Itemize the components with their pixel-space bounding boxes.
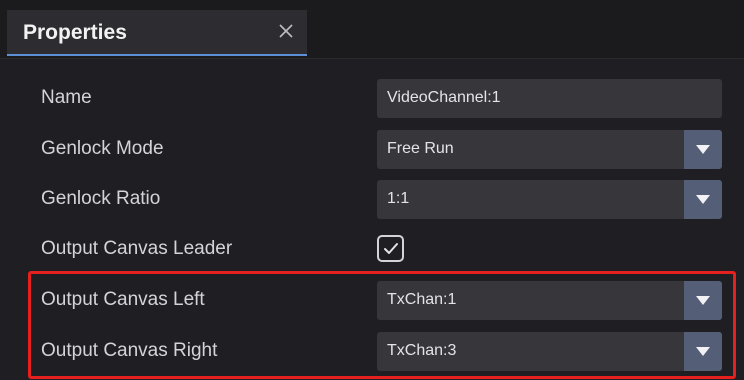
property-row-name: Name VideoChannel:1 xyxy=(0,75,744,127)
triangle-down-icon[interactable] xyxy=(684,332,722,371)
close-icon[interactable] xyxy=(273,18,299,44)
genlock-ratio-select[interactable]: 1:1 xyxy=(377,180,722,219)
property-row-output-canvas-leader: Output Canvas Leader xyxy=(0,226,744,278)
genlock-mode-value: Free Run xyxy=(387,140,454,157)
output-canvas-left-value: TxChan:1 xyxy=(387,291,457,308)
property-label-genlock-ratio: Genlock Ratio xyxy=(41,188,161,209)
property-label-output-canvas-leader: Output Canvas Leader xyxy=(41,238,233,259)
property-label-output-canvas-right: Output Canvas Right xyxy=(41,340,218,361)
output-canvas-leader-checkbox[interactable] xyxy=(377,235,404,262)
property-row-output-canvas-right: Output Canvas Right TxChan:3 xyxy=(0,328,744,380)
checkmark-icon xyxy=(383,243,398,254)
name-input[interactable]: VideoChannel:1 xyxy=(377,79,722,118)
property-row-output-canvas-left: Output Canvas Left TxChan:1 xyxy=(0,277,744,329)
output-canvas-right-value: TxChan:3 xyxy=(387,342,457,359)
property-row-genlock-ratio: Genlock Ratio 1:1 xyxy=(0,176,744,228)
property-label-name: Name xyxy=(41,87,92,108)
triangle-down-icon[interactable] xyxy=(684,130,722,169)
output-canvas-left-select[interactable]: TxChan:1 xyxy=(377,281,722,320)
triangle-down-icon[interactable] xyxy=(684,180,722,219)
output-canvas-right-select[interactable]: TxChan:3 xyxy=(377,332,722,371)
genlock-mode-select[interactable]: Free Run xyxy=(377,130,722,169)
genlock-ratio-value: 1:1 xyxy=(387,190,410,207)
triangle-down-icon[interactable] xyxy=(684,281,722,320)
property-label-output-canvas-left: Output Canvas Left xyxy=(41,289,205,310)
name-input-value: VideoChannel:1 xyxy=(387,89,501,106)
tab-properties[interactable]: Properties xyxy=(7,10,307,56)
property-label-genlock-mode: Genlock Mode xyxy=(41,138,164,159)
panel-tab-bar: Properties xyxy=(0,0,744,59)
property-row-genlock-mode: Genlock Mode Free Run xyxy=(0,126,744,178)
tab-title: Properties xyxy=(23,21,127,44)
